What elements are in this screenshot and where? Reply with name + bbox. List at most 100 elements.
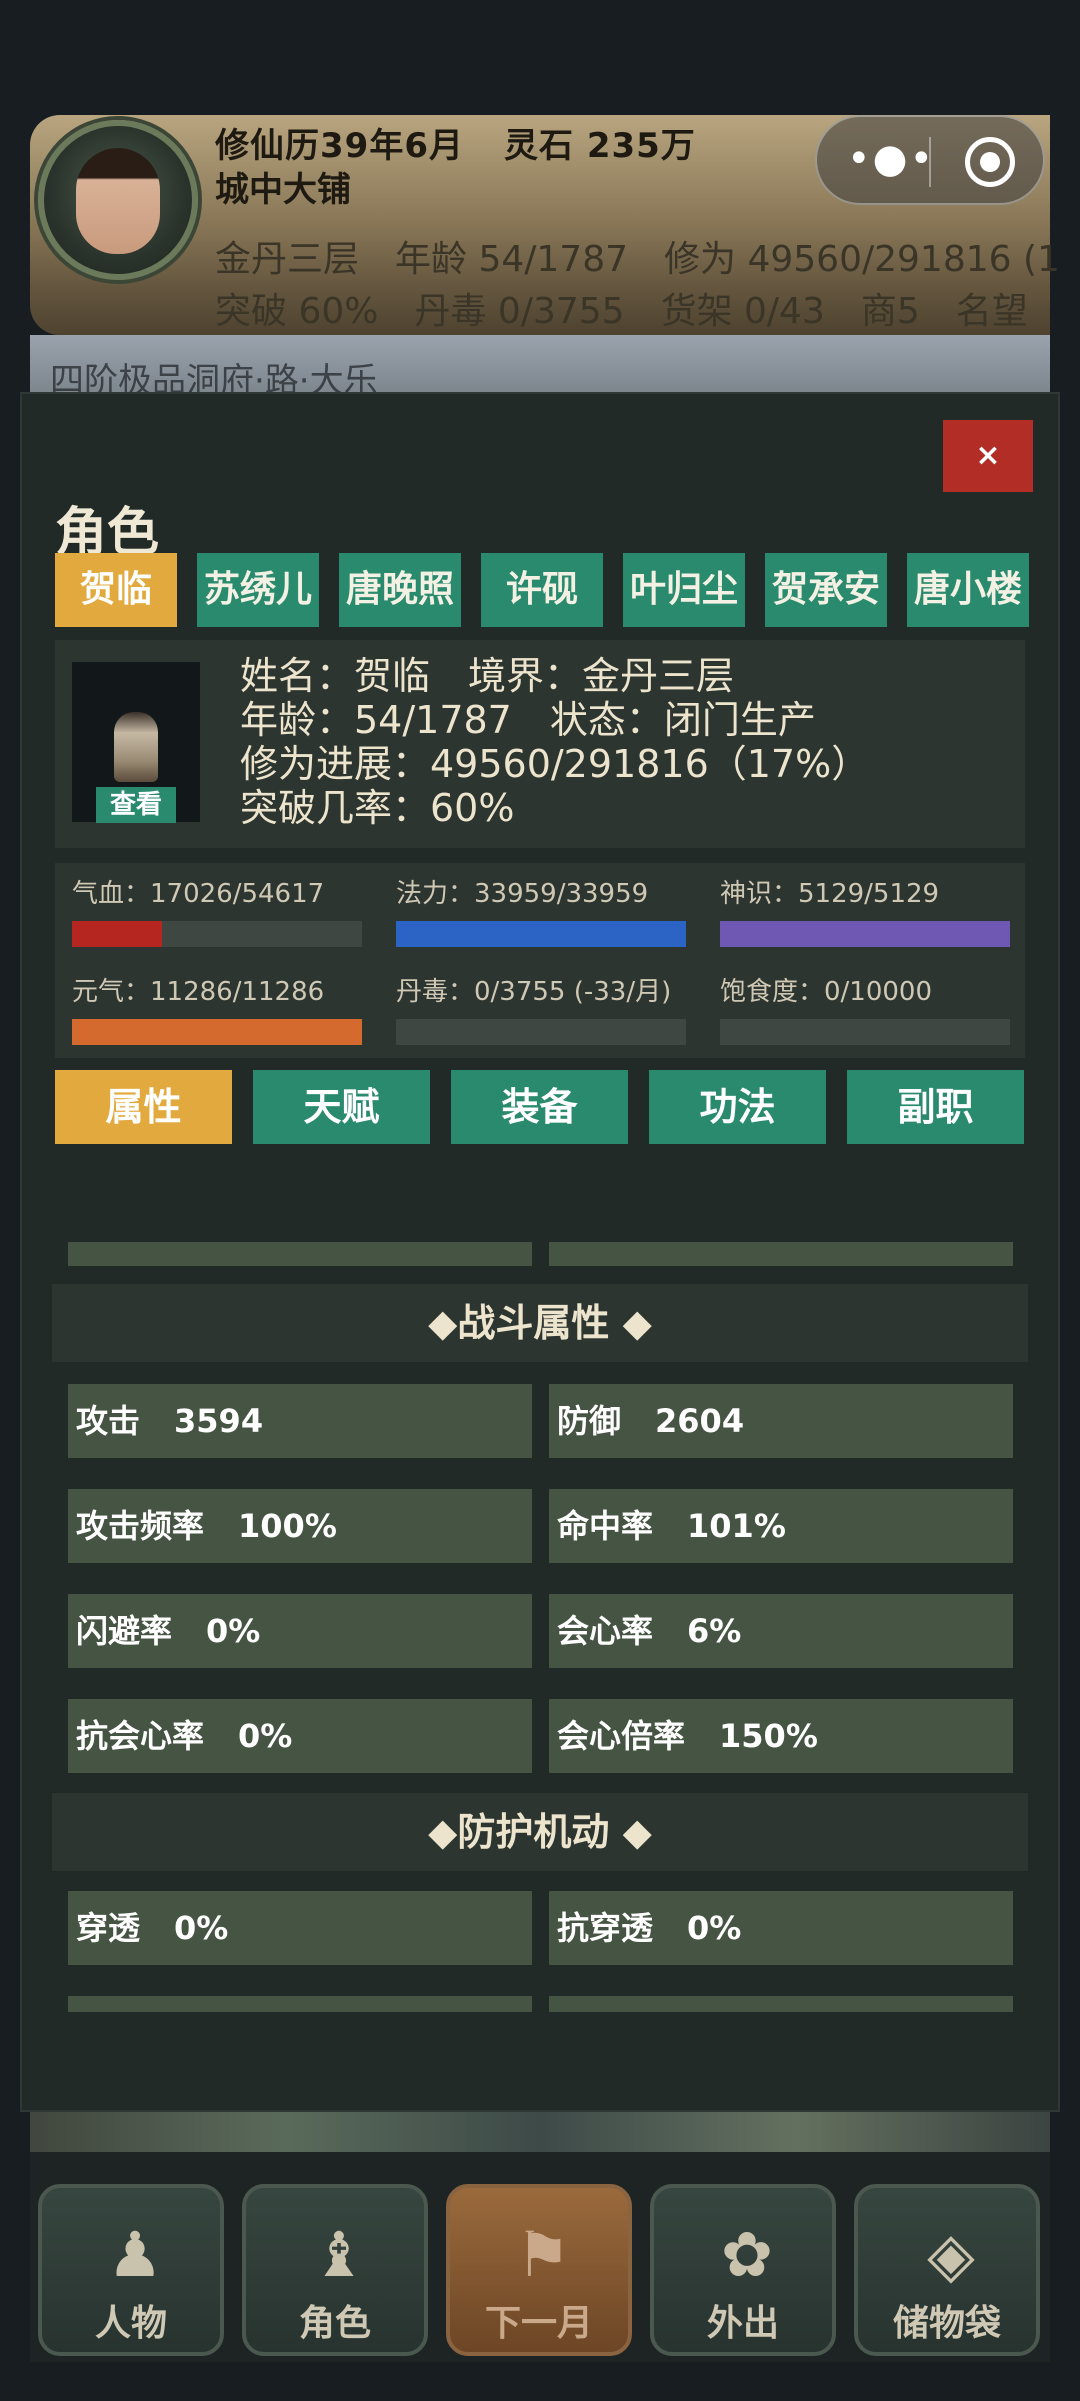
character-tab[interactable]: 贺承安 — [765, 553, 887, 627]
nav-go-out[interactable]: ✿ 外出 — [650, 2184, 836, 2356]
tab-techniques[interactable]: 功法 — [649, 1070, 826, 1144]
attribute-value: 0% — [687, 1909, 742, 1947]
tab-talents[interactable]: 天赋 — [253, 1070, 430, 1144]
nav-label: 储物袋 — [892, 2303, 1001, 2344]
attribute-cell-clipped — [549, 1242, 1013, 1266]
attribute-label: 抗会心率 — [76, 1717, 205, 1755]
vital-label: 饱食度：0/10000 — [720, 977, 933, 1007]
attribute-cell: 会心倍率 150% — [549, 1699, 1013, 1773]
tab-side-job[interactable]: 副职 — [847, 1070, 1024, 1144]
scene-background-bottom — [30, 2112, 1050, 2152]
vital-label: 元气：11286/11286 — [72, 977, 325, 1007]
close-button[interactable]: × — [943, 420, 1033, 492]
attribute-cell: 闪避率 0% — [68, 1594, 532, 1668]
tab-equipment[interactable]: 装备 — [451, 1070, 628, 1144]
character-tabs: 贺临 苏绣儿 唐晚照 许砚 叶归尘 贺承安 唐小楼 — [55, 553, 1029, 627]
attribute-cell: 穿透 0% — [68, 1891, 532, 1965]
attribute-cell-clipped — [68, 1242, 532, 1266]
avatar-portrait — [76, 148, 160, 254]
character-tab[interactable]: 唐小楼 — [907, 553, 1029, 627]
combat-section-header: ◆战斗属性 ◆ — [52, 1284, 1028, 1362]
attribute-value: 0% — [206, 1612, 261, 1650]
age-row: 年龄：54/1787 状态：闭门生产 — [240, 698, 869, 742]
target-circle-icon[interactable] — [965, 137, 1015, 187]
tab-attributes[interactable]: 属性 — [55, 1070, 232, 1144]
name-text: 姓名：贺临 — [240, 654, 431, 698]
pouch-icon: ◈ — [927, 2218, 975, 2291]
nav-label: 外出 — [706, 2303, 779, 2344]
nav-person[interactable]: ♟ 人物 — [38, 2184, 224, 2356]
profile-panel: 查看 姓名：贺临 境界：金丹三层 年龄：54/1787 状态：闭门生产 修为进展：4… — [55, 640, 1025, 848]
attribute-cell: 命中率 101% — [549, 1489, 1013, 1563]
location-label: 城中大铺 — [215, 170, 351, 210]
breakthrough-text: 突破 60% — [215, 291, 379, 332]
character-tab[interactable]: 贺临 — [55, 553, 177, 627]
attribute-label: 防御 — [557, 1402, 622, 1440]
attribute-value: 101% — [687, 1507, 786, 1545]
character-tab[interactable]: 许砚 — [481, 553, 603, 627]
person-icon: ♟ — [107, 2218, 163, 2291]
attribute-label: 攻击 — [76, 1402, 141, 1440]
bottom-nav: ♟ 人物 ♝ 角色 ⚑ 下一月 ✿ 外出 ◈ 储物袋 — [30, 2152, 1050, 2362]
attribute-list[interactable]: ◆战斗属性 ◆ 攻击 3594 防御 2604 攻击频率 100% 命中率 101% 闪… — [52, 1242, 1028, 2012]
attribute-cell-clipped — [549, 1996, 1013, 2012]
nav-next-month[interactable]: ⚑ 下一月 — [446, 2184, 632, 2356]
character-tab[interactable]: 唐晚照 — [339, 553, 461, 627]
attribute-label: 会心率 — [557, 1612, 654, 1650]
attribute-value: 2604 — [655, 1402, 745, 1440]
vital-bar — [396, 1019, 686, 1045]
profile-info: 姓名：贺临 境界：金丹三层 年龄：54/1787 状态：闭门生产 修为进展：4956… — [240, 654, 869, 830]
nav-label: 下一月 — [484, 2303, 593, 2344]
spirit-stones: 灵石 235万 — [503, 126, 696, 166]
robed-figure-icon: ♝ — [311, 2218, 367, 2291]
vital-label: 法力：33959/33959 — [396, 879, 649, 909]
attribute-label: 抗穿透 — [557, 1909, 654, 1947]
vital-spirit: 神识：5129/5129 — [720, 873, 1010, 947]
scene-background-strip: 四阶极品洞府·路·大乐 — [30, 335, 1050, 401]
attribute-value: 0% — [238, 1717, 293, 1755]
miniprogram-capsule: •●• — [815, 115, 1045, 205]
attribute-label: 会心倍率 — [557, 1717, 686, 1755]
vital-fill — [72, 921, 162, 947]
vital-fill — [396, 921, 686, 947]
vital-label: 丹毒：0/3755 (-33/月) — [396, 977, 672, 1007]
status-row-2: 突破 60% 丹毒 0/3755 货架 0/43 商5 名望 — [215, 282, 1064, 334]
vital-fill — [72, 1019, 362, 1045]
vital-bar — [396, 921, 686, 947]
vital-hp: 气血：17026/54617 — [72, 873, 362, 947]
attribute-cell: 攻击频率 100% — [68, 1489, 532, 1563]
attribute-cell: 攻击 3594 — [68, 1384, 532, 1458]
attribute-label: 闪避率 — [76, 1612, 173, 1650]
vitals-panel: 气血：17026/54617 法力：33959/33959 神识：5129/51… — [55, 863, 1025, 1058]
pill-toxin-text: 丹毒 0/3755 — [414, 291, 625, 332]
breakthrough-chance: 突破几率：60% — [240, 786, 515, 830]
attribute-cell: 抗会心率 0% — [68, 1699, 532, 1773]
attribute-cell: 抗穿透 0% — [549, 1891, 1013, 1965]
attribute-label: 穿透 — [76, 1909, 141, 1947]
section-tabs: 属性 天赋 装备 功法 副职 — [55, 1070, 1025, 1144]
nav-character[interactable]: ♝ 角色 — [242, 2184, 428, 2356]
reputation-text: 名望 — [955, 291, 1028, 332]
merchant-text: 商5 — [860, 291, 920, 332]
attribute-label: 攻击频率 — [76, 1507, 205, 1545]
attribute-cell: 会心率 6% — [549, 1594, 1013, 1668]
name-row: 姓名：贺临 境界：金丹三层 — [240, 654, 869, 698]
nav-label: 角色 — [298, 2303, 371, 2344]
view-button[interactable]: 查看 — [96, 787, 176, 823]
cultivation-text: 修为 49560/291816 (1 — [664, 239, 1060, 280]
defense-section-header: ◆防护机动 ◆ — [52, 1793, 1028, 1871]
more-dots-icon[interactable]: •●• — [847, 139, 933, 185]
vital-qi: 元气：11286/11286 — [72, 971, 362, 1045]
progress-text: 修为进展：49560/291816（17%） — [240, 742, 870, 786]
status-row-1: 金丹三层 年龄 54/1787 修为 49560/291816 (1 — [215, 230, 1080, 282]
nav-storage-bag[interactable]: ◈ 储物袋 — [854, 2184, 1040, 2356]
character-tab[interactable]: 叶归尘 — [623, 553, 745, 627]
vital-label: 神识：5129/5129 — [720, 879, 940, 909]
character-tab[interactable]: 苏绣儿 — [197, 553, 319, 627]
calendar-date: 修仙历39年6月 — [215, 126, 464, 166]
player-avatar[interactable] — [38, 120, 198, 280]
vital-bar — [72, 1019, 362, 1045]
realm-text: 境界：金丹三层 — [468, 654, 735, 698]
calendar-line: 修仙历39年6月 灵石 235万 — [215, 118, 736, 167]
shelf-text: 货架 0/43 — [660, 291, 825, 332]
